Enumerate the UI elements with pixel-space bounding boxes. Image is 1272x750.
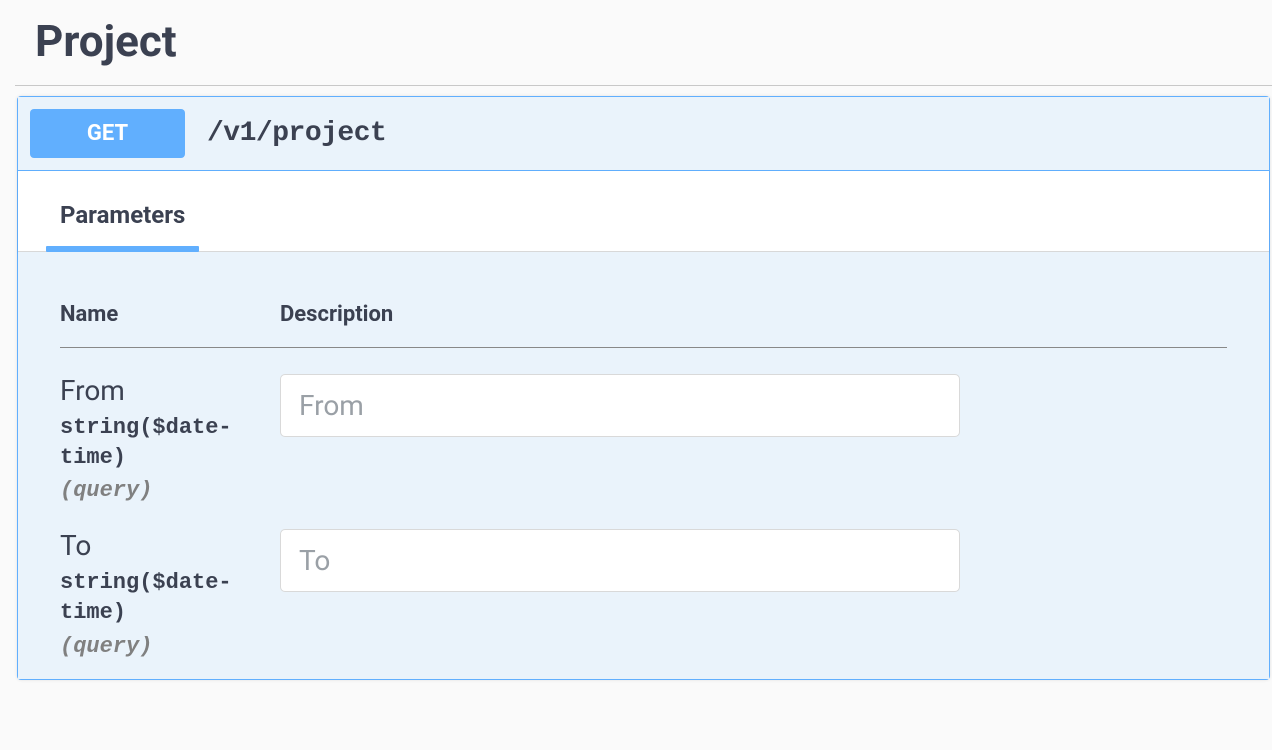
endpoint-path: /v1/project: [207, 118, 386, 149]
param-in-from: (query): [60, 478, 280, 503]
table-row: To string($date-time) (query): [60, 503, 1227, 658]
tab-parameters[interactable]: Parameters: [60, 171, 185, 251]
to-input[interactable]: [280, 529, 960, 592]
param-name-from: From: [60, 374, 280, 407]
param-name-to: To: [60, 529, 280, 562]
http-method-badge: GET: [30, 109, 185, 158]
column-header-description: Description: [280, 302, 1227, 348]
param-in-to: (query): [60, 634, 280, 659]
param-type-to: string($date-time): [60, 568, 260, 627]
column-header-name: Name: [60, 302, 280, 348]
from-input[interactable]: [280, 374, 960, 437]
tab-header: Parameters: [18, 171, 1269, 252]
operation-body: Parameters Name Description From: [18, 171, 1269, 679]
operation-summary[interactable]: GET /v1/project: [18, 97, 1269, 171]
section-title: Project: [15, 0, 1272, 86]
operation-block-container: GET /v1/project Parameters Name Descript…: [17, 96, 1270, 680]
parameters-table: Name Description From string($date-time)…: [60, 302, 1227, 659]
operation-block: GET /v1/project Parameters Name Descript…: [17, 96, 1270, 680]
parameters-container: Name Description From string($date-time)…: [18, 252, 1269, 679]
param-type-from: string($date-time): [60, 413, 260, 472]
table-row: From string($date-time) (query): [60, 348, 1227, 504]
